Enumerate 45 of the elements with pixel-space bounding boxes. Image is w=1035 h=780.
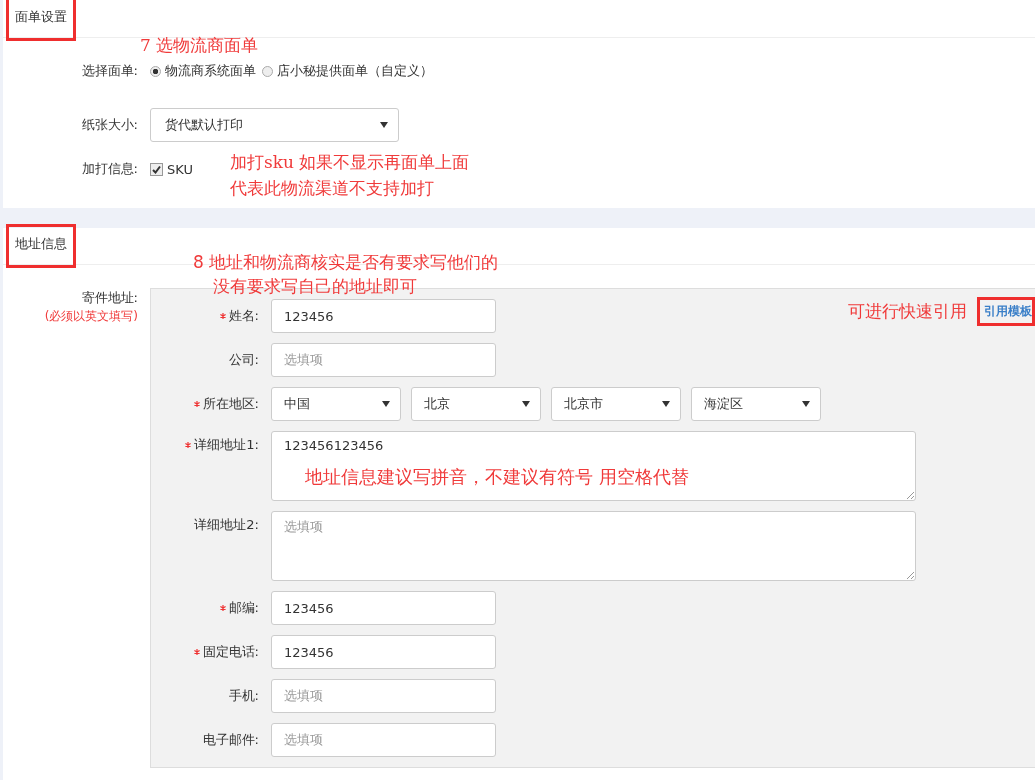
option-label: SKU: [167, 161, 193, 177]
hint-text: (必须以英文填写): [44, 308, 138, 325]
region-select[interactable]: 北京: [411, 387, 541, 421]
option-label: 物流商系统面单: [165, 62, 256, 80]
annotation-text: 代表此物流渠道不支持加打: [230, 177, 435, 200]
field-label: 所在地区:: [202, 395, 259, 413]
field-label: 电子邮件:: [202, 731, 259, 749]
caret-icon: [382, 401, 390, 407]
annotation-text: 加打sku 如果不显示再面单上面: [230, 151, 470, 174]
resize-grip-icon[interactable]: [906, 571, 914, 579]
input-field[interactable]: 123456: [271, 591, 496, 625]
region-select[interactable]: 中国: [271, 387, 401, 421]
field-label: 寄件地址:: [81, 289, 138, 307]
field-label: 手机:: [228, 687, 259, 705]
caret-icon: [380, 122, 388, 128]
annotation-text: 地址信息建议写拼音，不建议有符号 用空格代替: [305, 465, 689, 489]
field-label: 详细地址2:: [194, 516, 259, 534]
field-label: 姓名:: [228, 307, 259, 325]
field-label: 公司:: [228, 351, 259, 369]
input-field[interactable]: 123456: [271, 635, 496, 669]
input-field[interactable]: 123456: [271, 299, 496, 333]
annotation-text: 没有要求写自己的地址即可: [212, 275, 418, 298]
field-label: 固定电话:: [202, 643, 259, 661]
section-title: 面单设置: [6, 0, 76, 41]
caret-icon: [802, 401, 810, 407]
field-label: 纸张大小:: [80, 116, 139, 134]
annotation-text: 8 地址和物流商核实是否有要求写他们的: [193, 251, 499, 274]
caret-icon: [662, 401, 670, 407]
template-link[interactable]: 引用模板: [977, 297, 1035, 326]
field-label: 详细地址1:: [194, 436, 259, 454]
caret-icon: [522, 401, 530, 407]
field-label: 加打信息:: [80, 160, 139, 178]
field-label: 邮编:: [228, 599, 259, 617]
radio-button[interactable]: [150, 65, 161, 77]
resize-grip-icon[interactable]: [906, 491, 914, 499]
region-select[interactable]: 海淀区: [691, 387, 821, 421]
paper-size-select[interactable]: 货代默认打印: [150, 108, 399, 142]
section-title: 地址信息: [6, 224, 76, 268]
annotation-text: 可进行快速引用: [848, 300, 967, 323]
checkbox[interactable]: [150, 162, 163, 176]
region-select[interactable]: 北京市: [551, 387, 681, 421]
field-label: 选择面单:: [80, 62, 139, 80]
annotation-text: 7 选物流商面单: [140, 34, 259, 57]
radio-button[interactable]: [262, 65, 273, 77]
option-label: 店小秘提供面单（自定义）: [277, 62, 433, 80]
